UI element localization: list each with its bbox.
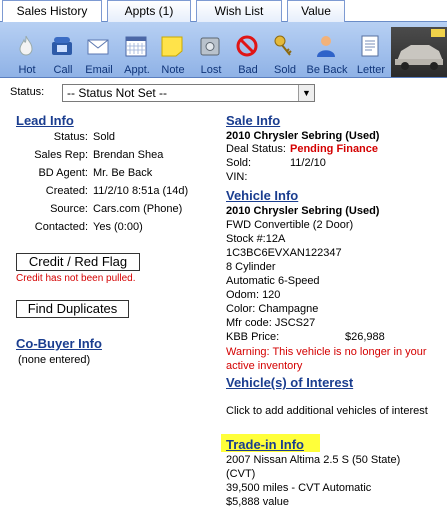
vehicle-name: 2010 Chrysler Sebring (Used) — [226, 205, 380, 217]
created-value: 11/2/10 8:51a (14d) — [93, 185, 189, 197]
vehicle-line: 1C3BC6EVXAN122347 — [226, 247, 342, 259]
contacted-key: Contacted: — [34, 221, 88, 233]
status-select[interactable]: -- Status Not Set -- ▼ — [62, 84, 315, 102]
vehicle-line: Color: Champagne — [226, 303, 319, 315]
sticky-note-icon — [161, 36, 183, 57]
car-icon — [395, 29, 445, 70]
sales-rep-key: Sales Rep: — [34, 149, 88, 161]
deal-status-value: Pending Finance — [290, 143, 379, 155]
trade-in-mileage: 39,500 miles - CVT Automatic — [226, 482, 372, 494]
find-duplicates-button[interactable]: Find Duplicates — [16, 300, 129, 318]
chevron-down-icon[interactable]: ▼ — [298, 85, 314, 101]
sold-date-value: 11/2/10 — [290, 157, 326, 169]
bd-agent-value: Mr. Be Back — [93, 167, 153, 179]
contacted-value: Yes (0:00) — [93, 221, 143, 233]
sales-rep-value: Brendan Shea — [93, 149, 164, 161]
trade-in-transmission: (CVT) — [226, 468, 256, 480]
keys-icon — [274, 35, 292, 56]
kbb-price-value: $26,988 — [345, 331, 385, 343]
credit-red-flag-button[interactable]: Credit / Red Flag — [16, 253, 140, 271]
vehicle-line: Automatic 6-Speed — [226, 275, 320, 287]
vehicle-line: FWD Convertible (2 Door) — [226, 219, 354, 231]
bd-agent-key: BD Agent: — [38, 167, 88, 179]
safe-icon — [200, 37, 220, 56]
credit-note: Credit has not been pulled. — [16, 273, 136, 284]
flame-icon — [19, 35, 33, 56]
envelope-icon — [87, 39, 109, 55]
deal-status-label: Deal Status: — [226, 143, 286, 155]
phone-icon — [52, 37, 72, 55]
add-vehicles-link[interactable]: Click to add additional vehicles of inte… — [226, 405, 428, 417]
vehicle-line: Stock #:12A — [226, 233, 286, 245]
tab-appts[interactable]: Appts (1) — [107, 0, 191, 22]
tab-bar: Sales History Appts (1) Wish List Value — [0, 0, 447, 23]
be-back-button[interactable]: Be Back — [306, 30, 348, 76]
lead-status-value: Sold — [93, 131, 116, 143]
sold-button[interactable]: Sold — [264, 30, 306, 76]
tab-value[interactable]: Value — [287, 0, 345, 22]
vehicle-line: Mfr code: JSCS27 — [226, 317, 316, 329]
trade-in-value: $5,888 value — [226, 496, 289, 508]
be-back-label: Be Back — [306, 64, 348, 76]
co-buyer-value: (none entered) — [18, 354, 91, 366]
tab-sales-history[interactable]: Sales History — [2, 0, 102, 23]
letter-button[interactable]: Letter — [350, 30, 392, 76]
lead-status-key: Status: — [53, 131, 88, 143]
created-key: Created: — [45, 185, 88, 197]
status-label: Status: — [10, 86, 45, 98]
letter-label: Letter — [356, 64, 386, 76]
tab-wish-list[interactable]: Wish List — [196, 0, 282, 22]
inventory-warning: Warning: This vehicle is no longer in yo… — [226, 346, 427, 372]
vehicles-of-interest-heading[interactable]: Vehicle(s) of Interest — [226, 375, 353, 390]
trade-in-heading[interactable]: Trade-in Info — [226, 437, 304, 452]
status-value: -- Status Not Set -- — [67, 86, 168, 100]
vehicle-line: 8 Cylinder — [226, 261, 276, 273]
source-value: Cars.com (Phone) — [93, 203, 183, 215]
letter-icon — [361, 35, 379, 57]
action-toolbar: Hot Call Email Appt. Note Lost Bad Sold … — [0, 22, 447, 78]
sale-info-heading[interactable]: Sale Info — [226, 113, 280, 128]
co-buyer-heading[interactable]: Co-Buyer Info — [16, 336, 102, 351]
sale-vehicle: 2010 Chrysler Sebring (Used) — [226, 130, 380, 142]
calendar-icon — [125, 36, 147, 57]
vehicle-info-heading[interactable]: Vehicle Info — [226, 188, 298, 203]
vehicle-line: Odom: 120 — [226, 289, 281, 301]
prohibited-icon — [236, 35, 258, 57]
trade-in-vehicle: 2007 Nissan Altima 2.5 S (50 State) — [226, 454, 401, 466]
vehicle-photo[interactable] — [391, 27, 447, 77]
kbb-price-label: KBB Price: — [226, 331, 280, 343]
status-row: Status: -- Status Not Set -- ▼ — [0, 82, 447, 104]
vin-label: VIN: — [226, 171, 248, 183]
source-key: Source: — [50, 203, 88, 215]
lead-info-heading[interactable]: Lead Info — [16, 113, 74, 128]
person-icon — [317, 36, 335, 57]
sold-date-label: Sold: — [226, 157, 252, 169]
